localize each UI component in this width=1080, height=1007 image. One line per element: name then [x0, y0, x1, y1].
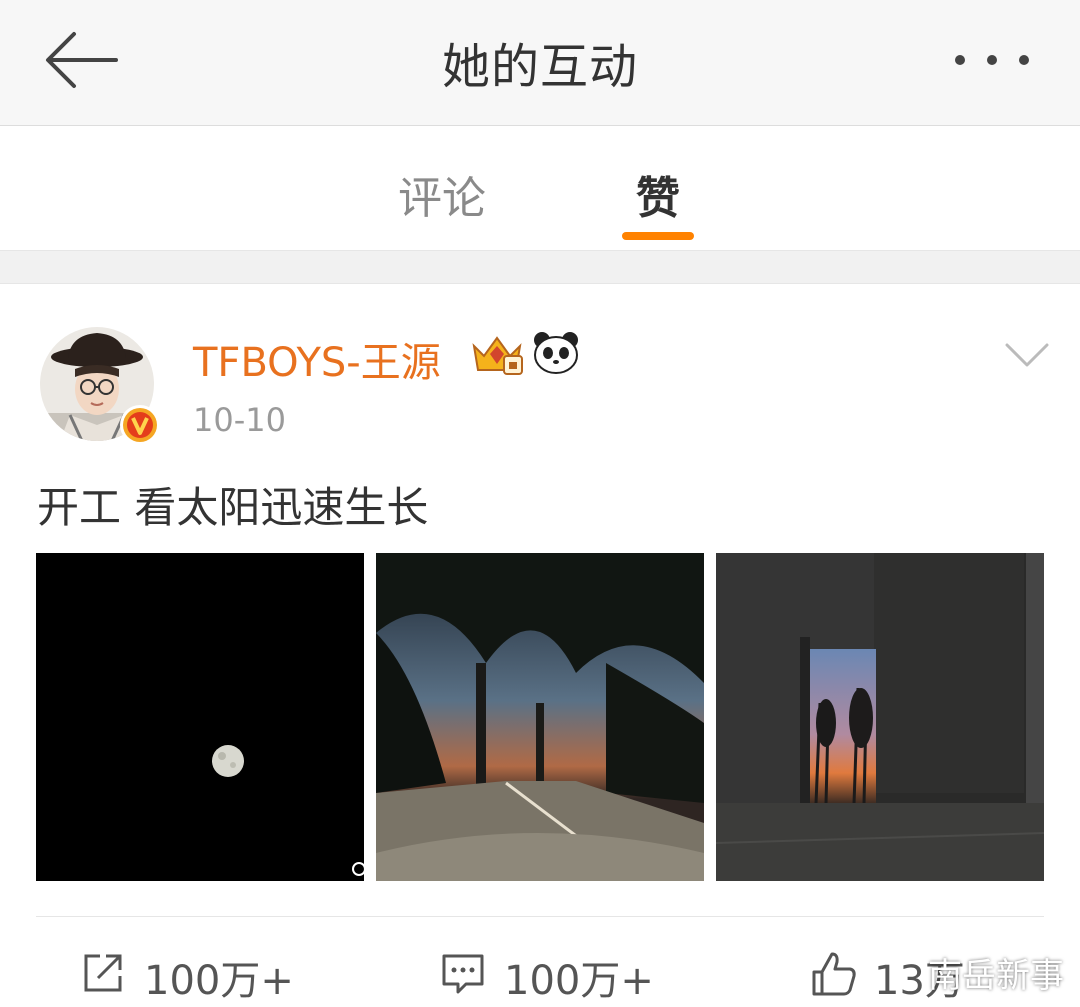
tab-likes[interactable]: 赞	[636, 162, 680, 226]
watermark-text: 南岳新事	[928, 956, 1064, 996]
thumbs-up-icon	[812, 952, 856, 996]
page-title: 她的互动	[441, 39, 638, 95]
top-navigation-bar: 她的互动	[0, 0, 1080, 126]
crown-badge-icon[interactable]	[468, 332, 526, 378]
panda-badge-icon[interactable]	[532, 330, 580, 376]
comment-count: 100万+	[504, 958, 654, 1004]
section-separator	[0, 251, 1080, 284]
dusk-road-photo[interactable]	[376, 553, 704, 881]
tab-bar: 评论 赞	[0, 126, 1080, 251]
moon-photo[interactable]	[36, 553, 364, 881]
more-dots-icon[interactable]	[952, 30, 1042, 90]
post-text: 开工 看太阳迅速生长	[37, 483, 429, 532]
action-divider	[36, 916, 1044, 917]
repost-count: 100万+	[144, 958, 294, 1004]
verified-v-icon	[120, 405, 160, 445]
post-time: 10-10	[193, 401, 286, 439]
tab-comments[interactable]: 评论	[398, 162, 486, 226]
post-username[interactable]: TFBOYS-王源	[193, 330, 441, 388]
doorway-sunset-photo[interactable]	[716, 553, 1044, 881]
comment-icon	[442, 954, 484, 994]
share-icon	[84, 954, 122, 992]
active-tab-indicator	[622, 232, 694, 240]
chevron-down-icon[interactable]	[1003, 335, 1051, 375]
